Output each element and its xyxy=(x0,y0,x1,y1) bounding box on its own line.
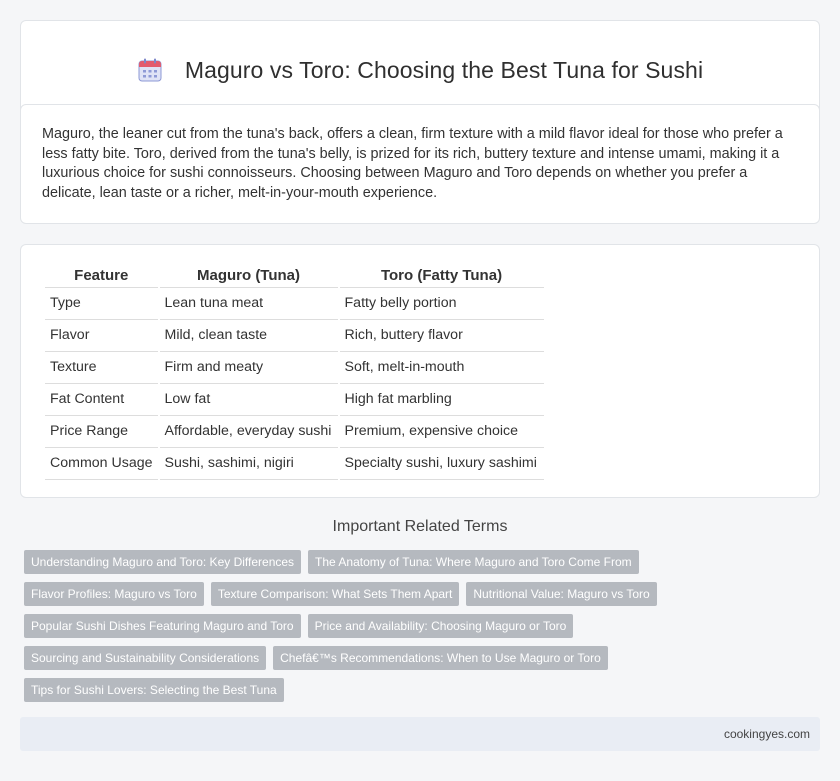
table-cell: Sushi, sashimi, nigiri xyxy=(159,448,338,480)
table-header: Feature xyxy=(45,265,158,288)
term-tag[interactable]: The Anatomy of Tuna: Where Maguro and To… xyxy=(308,550,639,574)
term-tag[interactable]: Texture Comparison: What Sets Them Apart xyxy=(210,582,460,606)
table-cell: Fatty belly portion xyxy=(339,288,544,320)
table-cell: Lean tuna meat xyxy=(159,288,338,320)
term-row: Tips for Sushi Lovers: Selecting the Bes… xyxy=(24,678,824,702)
term-tag[interactable]: Chefâ€™s Recommendations: When to Use Ma… xyxy=(273,646,608,670)
title-wrap: Maguro vs Toro: Choosing the Best Tuna f… xyxy=(137,57,703,84)
table-cell: Type xyxy=(45,288,158,320)
table-row: Fat Content Low fat High fat marbling xyxy=(45,384,544,416)
term-row: Understanding Maguro and Toro: Key Diffe… xyxy=(24,550,824,574)
table-cell: Fat Content xyxy=(45,384,158,416)
table-cell: Low fat xyxy=(159,384,338,416)
term-row: Sourcing and Sustainability Consideratio… xyxy=(24,646,824,670)
intro-text: Maguro, the leaner cut from the tuna's b… xyxy=(42,126,783,201)
related-terms-title: Important Related Terms xyxy=(332,518,508,535)
footer-site[interactable]: cookingyes.com xyxy=(724,727,810,741)
term-tag[interactable]: Nutritional Value: Maguro vs Toro xyxy=(466,582,657,606)
table-row: Flavor Mild, clean taste Rich, buttery f… xyxy=(45,320,544,352)
table-cell: Affordable, everyday sushi xyxy=(159,416,338,448)
comparison-table-card: Feature Maguro (Tuna) Toro (Fatty Tuna) … xyxy=(20,244,820,498)
table-header-row: Feature Maguro (Tuna) Toro (Fatty Tuna) xyxy=(45,265,544,288)
table-row: Texture Firm and meaty Soft, melt-in-mou… xyxy=(45,352,544,384)
table-cell: Rich, buttery flavor xyxy=(339,320,544,352)
term-row: Flavor Profiles: Maguro vs Toro Texture … xyxy=(24,582,824,606)
table-cell: Flavor xyxy=(45,320,158,352)
table-cell: Specialty sushi, luxury sashimi xyxy=(339,448,544,480)
term-tag[interactable]: Sourcing and Sustainability Consideratio… xyxy=(24,646,267,670)
term-tag[interactable]: Tips for Sushi Lovers: Selecting the Bes… xyxy=(24,678,284,702)
term-tag[interactable]: Understanding Maguro and Toro: Key Diffe… xyxy=(24,550,302,574)
table-cell: Price Range xyxy=(45,416,158,448)
footer: cookingyes.com xyxy=(20,717,820,751)
table-cell: Texture xyxy=(45,352,158,384)
table-cell: Premium, expensive choice xyxy=(339,416,544,448)
table-row: Price Range Affordable, everyday sushi P… xyxy=(45,416,544,448)
table-header: Maguro (Tuna) xyxy=(159,265,338,288)
table-cell: Common Usage xyxy=(45,448,158,480)
term-tag[interactable]: Price and Availability: Choosing Maguro … xyxy=(307,614,574,638)
table-row: Common Usage Sushi, sashimi, nigiri Spec… xyxy=(45,448,544,480)
page-title: Maguro vs Toro: Choosing the Best Tuna f… xyxy=(184,56,704,83)
related-terms: Understanding Maguro and Toro: Key Diffe… xyxy=(24,550,824,710)
table-cell: Soft, melt-in-mouth xyxy=(339,352,544,384)
term-tag[interactable]: Popular Sushi Dishes Featuring Maguro an… xyxy=(24,614,301,638)
table-cell: Firm and meaty xyxy=(159,352,338,384)
term-tag[interactable]: Flavor Profiles: Maguro vs Toro xyxy=(24,582,204,606)
intro-card: Maguro, the leaner cut from the tuna's b… xyxy=(20,104,820,224)
table-row: Type Lean tuna meat Fatty belly portion xyxy=(45,288,544,320)
comparison-table: Feature Maguro (Tuna) Toro (Fatty Tuna) … xyxy=(43,265,546,480)
table-header: Toro (Fatty Tuna) xyxy=(339,265,544,288)
term-row: Popular Sushi Dishes Featuring Maguro an… xyxy=(24,614,824,638)
calendar-icon xyxy=(137,57,163,83)
table-cell: High fat marbling xyxy=(339,384,544,416)
table-cell: Mild, clean taste xyxy=(159,320,338,352)
